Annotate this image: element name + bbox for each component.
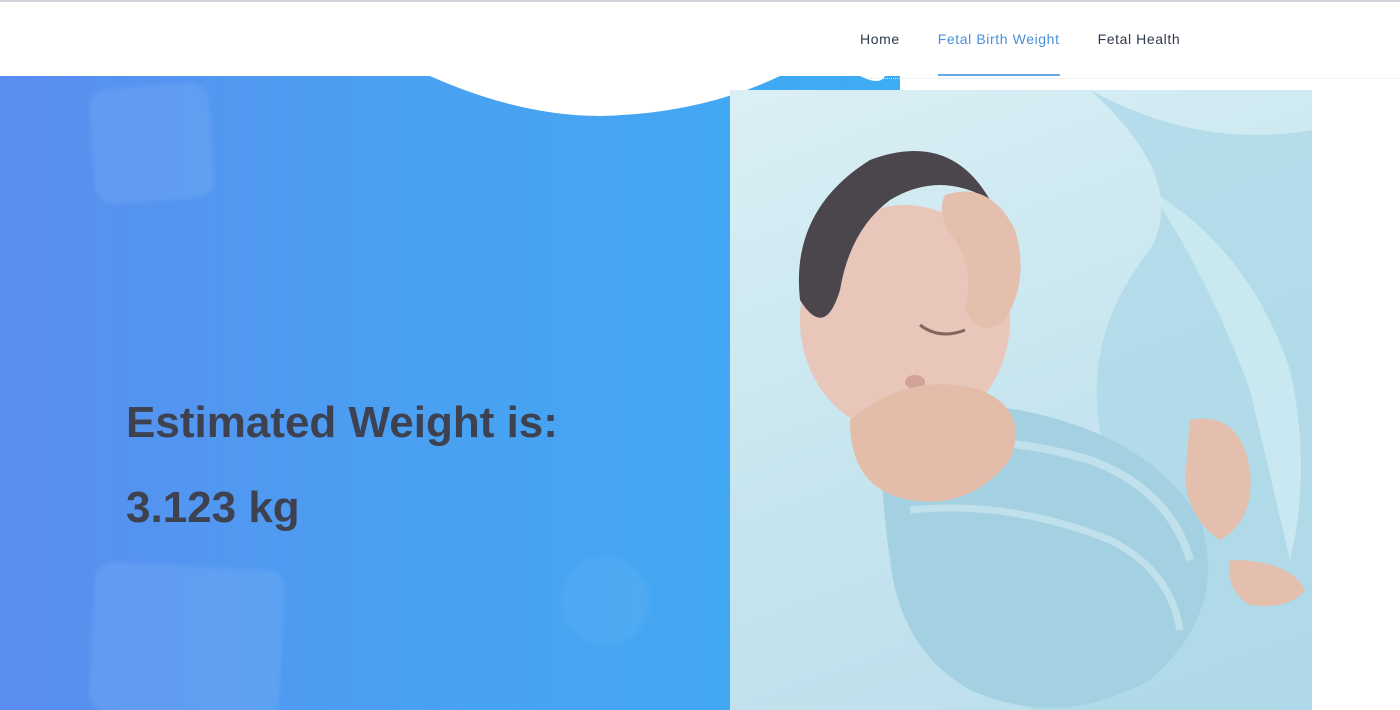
decorative-shape xyxy=(88,561,286,710)
site-header: Home Fetal Birth Weight Fetal Health xyxy=(0,2,1400,76)
nav-fetal-health[interactable]: Fetal Health xyxy=(1098,2,1181,76)
nav-home[interactable]: Home xyxy=(860,2,900,76)
decorative-shape xyxy=(560,556,650,646)
result-heading: Estimated Weight is: xyxy=(126,398,558,447)
main-nav: Home Fetal Birth Weight Fetal Health xyxy=(860,2,1218,76)
page: Home Fetal Birth Weight Fetal Health Est… xyxy=(0,0,1400,710)
nav-fetal-birth-weight[interactable]: Fetal Birth Weight xyxy=(937,2,1060,76)
baby-illustration xyxy=(730,90,1312,710)
estimated-weight-value: 3.123 kg xyxy=(126,483,300,532)
header-divider xyxy=(870,78,1400,79)
sleeping-newborn-photo xyxy=(730,90,1312,710)
